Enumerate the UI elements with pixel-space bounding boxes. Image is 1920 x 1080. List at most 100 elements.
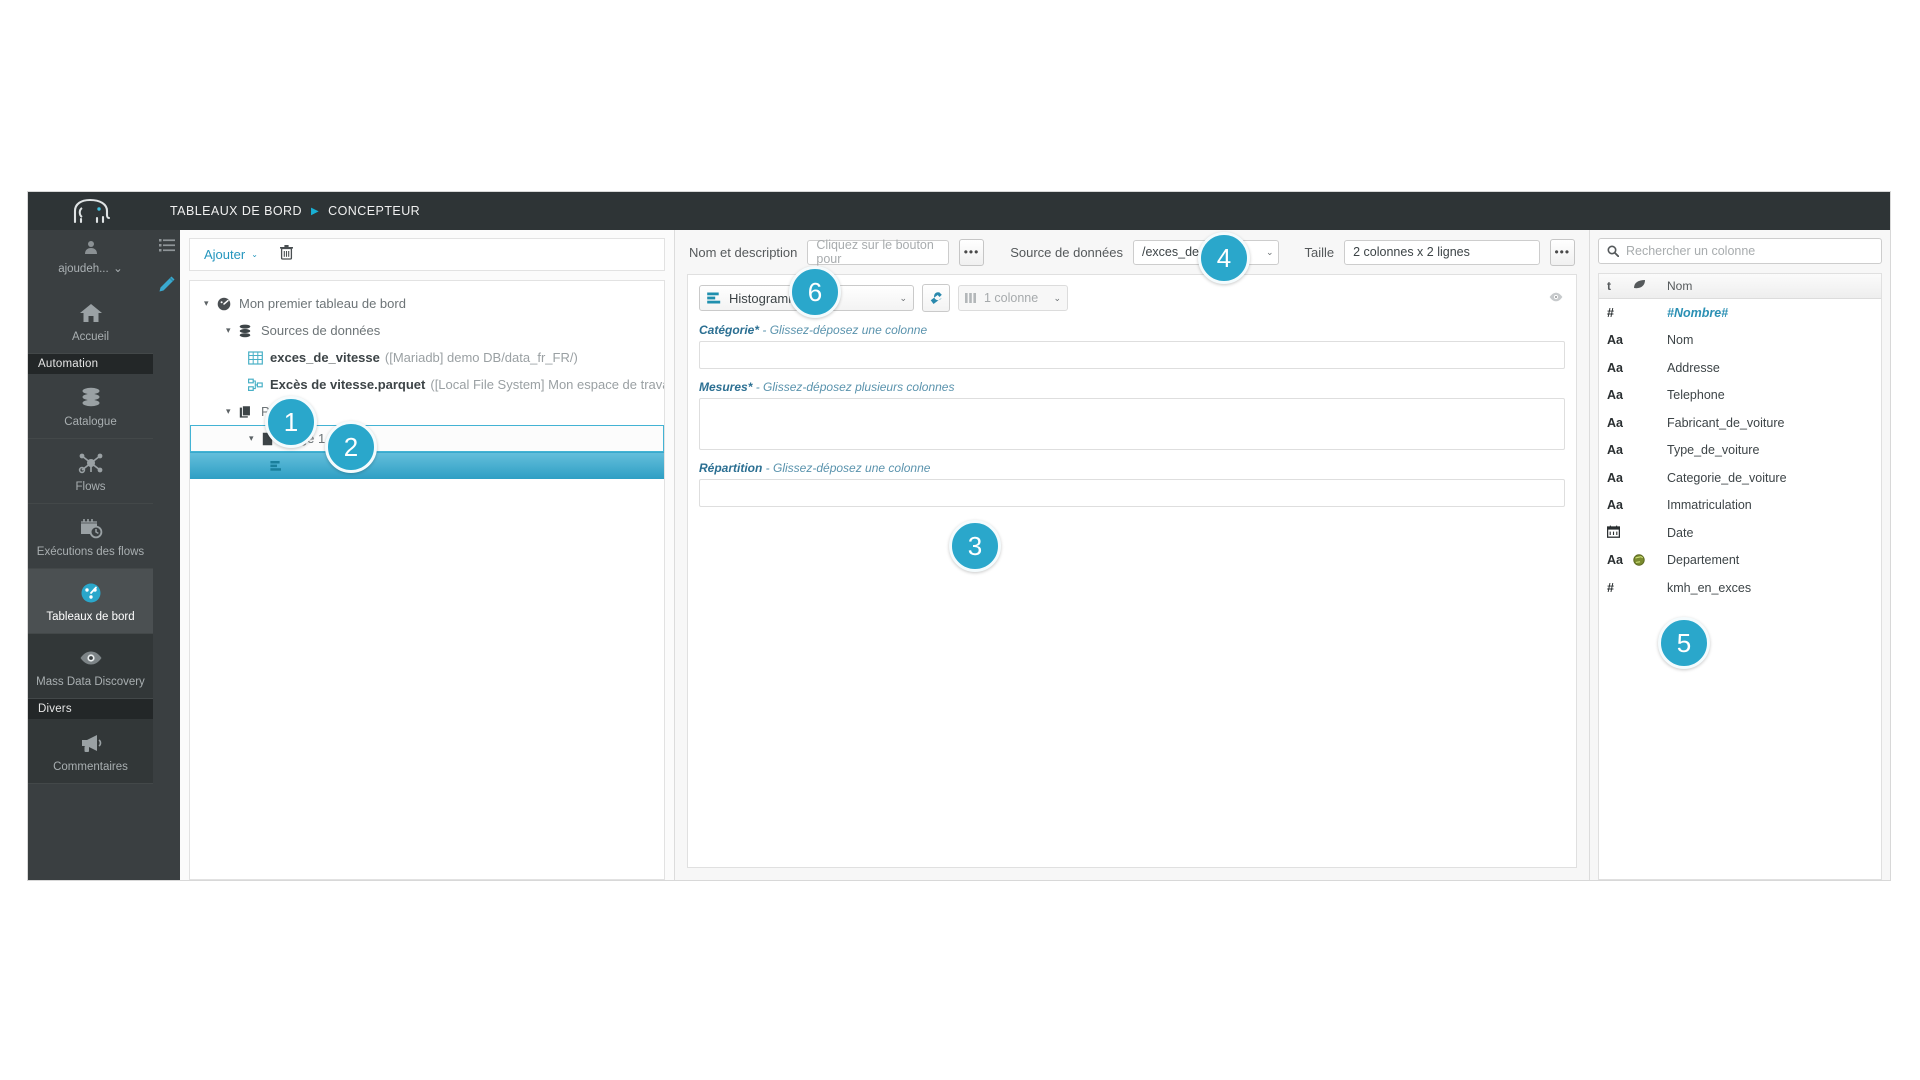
flows-icon [78, 453, 102, 474]
sidebar-item-executions-des-flows[interactable]: Exécutions des flows [28, 504, 153, 569]
callout-badge-2: 2 [325, 421, 377, 473]
callout-badge-3: 3 [949, 520, 1001, 572]
chart-settings-button[interactable] [922, 284, 950, 312]
breadcrumb-root[interactable]: TABLEAUX DE BORD [170, 204, 302, 218]
pencil-icon[interactable] [157, 275, 176, 294]
column-row-fabricant-de-voiture[interactable]: Aa Fabricant_de_voiture [1599, 409, 1881, 437]
size-input[interactable]: 2 colonnes x 2 lignes [1344, 239, 1540, 265]
tree-caret-icon[interactable]: ▾ [204, 298, 217, 309]
column-type-icon: Aa [1607, 443, 1623, 458]
mesures-dropzone[interactable] [699, 398, 1565, 450]
breadcrumb: TABLEAUX DE BORD ▶ CONCEPTEUR [153, 192, 1890, 230]
sidebar-section-divers: Divers [28, 699, 153, 719]
column-row-type-de-voiture[interactable]: Aa Type_de_voiture [1599, 437, 1881, 465]
tree-node-page-1[interactable]: ▾ Page 1 [190, 425, 664, 452]
sidebar-label-accueil: Accueil [71, 331, 110, 343]
column-name: #Nombre# [1667, 305, 1729, 320]
sidebar-section-automation: Automation [28, 354, 153, 374]
eye-preview-icon[interactable] [1549, 289, 1563, 307]
repartition-dropzone-label: Répartition - Glissez-déposez une colonn… [699, 461, 1565, 475]
categorie-dropzone[interactable] [699, 341, 1565, 369]
dashboard-gauge-icon [81, 583, 100, 603]
column-row-addresse[interactable]: Aa Addresse [1599, 354, 1881, 382]
column-type-icon: # [1607, 580, 1614, 595]
column-name: Addresse [1667, 360, 1720, 375]
tree-node-dashboard-root[interactable]: ▾ Mon premier tableau de bord [190, 290, 664, 317]
column-type-icon: # [1607, 305, 1614, 320]
repartition-title: Répartition [699, 461, 763, 475]
column-row-departement[interactable]: Aa Departement [1599, 547, 1881, 575]
list-icon[interactable] [158, 239, 175, 253]
datasource-icon [239, 324, 261, 338]
chevron-down-icon: ⌄ [1053, 292, 1061, 303]
trash-icon [279, 244, 293, 260]
column-row-nom[interactable]: Aa Nom [1599, 327, 1881, 355]
size-more-button[interactable]: ••• [1549, 238, 1575, 266]
column-count-value: 1 colonne [984, 291, 1039, 305]
repartition-dropzone[interactable] [699, 479, 1565, 507]
tree-node-pages[interactable]: ▾ Pages [190, 398, 664, 425]
sidebar-item-accueil[interactable]: Accueil [28, 289, 153, 354]
column-header-name: Nom [1667, 279, 1693, 293]
sidebar-item-flows[interactable]: Flows [28, 439, 153, 504]
column-row-kmh-en-exces[interactable]: # kmh_en_exces [1599, 574, 1881, 602]
sidebar-label-mass-data-discovery: Mass Data Discovery [36, 676, 145, 688]
column-row-categorie-de-voiture[interactable]: Aa Categorie_de_voiture [1599, 464, 1881, 492]
sidebar-item-commentaires[interactable]: Commentaires [28, 719, 153, 784]
column-row-telephone[interactable]: Aa Telephone [1599, 382, 1881, 410]
name-description-input[interactable]: Cliquez sur le bouton pour [807, 238, 949, 266]
sidebar-item-mass-data-discovery[interactable]: Mass Data Discovery [28, 634, 153, 699]
user-icon [84, 241, 97, 254]
histogram-icon [268, 459, 290, 473]
column-row-immatriculation[interactable]: Aa Immatriculation [1599, 492, 1881, 520]
database-icon [82, 387, 99, 407]
column-type-icon: Aa [1607, 415, 1623, 430]
tool-rail [153, 230, 180, 880]
dashboard-icon [217, 297, 239, 311]
column-header-tag [1633, 279, 1667, 293]
search-column-box[interactable]: Rechercher un colonne [1598, 238, 1882, 264]
categorie-title: Catégorie* [699, 323, 760, 337]
column-type-icon: Aa [1607, 553, 1623, 568]
tree-node-sources-de-donnees[interactable]: ▾ Sources de données [190, 317, 664, 344]
tree-node-label: Sources de données [261, 323, 381, 338]
table-icon [248, 350, 270, 365]
column-count-select[interactable]: 1 colonne ⌄ [958, 285, 1068, 311]
globe-icon [1633, 554, 1667, 566]
categorie-hint: - Glissez-déposez une colonne [759, 323, 928, 337]
add-button[interactable]: Ajouter ⌄ [204, 247, 258, 262]
callout-badge-1: 1 [265, 396, 317, 448]
add-button-label: Ajouter [204, 247, 246, 262]
tree-caret-icon[interactable]: ▾ [226, 325, 239, 336]
tree-node-exces-de-vitesse-parquet[interactable]: Excès de vitesse.parquet ([Local File Sy… [190, 371, 664, 398]
column-type-icon: Aa [1607, 470, 1623, 485]
user-menu[interactable]: ajoudeh... ⌄ [28, 230, 153, 289]
widget-editor-panel: Nom et description Cliquez sur le bouton… [675, 230, 1590, 880]
tree-caret-icon[interactable]: ▾ [226, 406, 239, 417]
search-input[interactable]: Rechercher un colonne [1626, 244, 1755, 258]
tree-node-widget-histogram[interactable] [190, 452, 664, 479]
callout-badge-5: 5 [1658, 617, 1710, 669]
wrench-icon [930, 292, 942, 305]
name-description-more-button[interactable]: ••• [958, 238, 985, 266]
search-icon [1607, 245, 1619, 257]
chevron-down-icon: ⌄ [251, 250, 258, 259]
sidebar-item-tableaux-de-bord[interactable]: Tableaux de bord [28, 569, 153, 634]
breadcrumb-current: CONCEPTEUR [328, 204, 421, 218]
sidebar-label-executions-des-flows: Exécutions des flows [36, 546, 145, 558]
app-logo[interactable] [28, 192, 153, 230]
chevron-down-icon: ⌄ [1265, 246, 1274, 257]
column-name: Fabricant_de_voiture [1667, 415, 1785, 430]
widget-configuration-area: Histogramme ⌄ 1 colonne ⌄ Catégorie* - G… [687, 274, 1577, 868]
delete-button[interactable] [279, 244, 293, 265]
column-name: Departement [1667, 553, 1740, 568]
columns-table: t Nom # #Nombre# Aa Nom Aa Addresse Aa T… [1598, 273, 1882, 880]
column-row-date[interactable]: Date [1599, 519, 1881, 547]
tree-node-exces-de-vitesse[interactable]: exces_de_vitesse ([Mariadb] demo DB/data… [190, 344, 664, 371]
tree-caret-icon[interactable]: ▾ [249, 433, 262, 444]
column-row-nombre[interactable]: # #Nombre# [1599, 299, 1881, 327]
column-type-icon: Aa [1607, 388, 1623, 403]
sidebar-item-catalogue[interactable]: Catalogue [28, 374, 153, 439]
tree-toolbar: Ajouter ⌄ [189, 238, 665, 271]
size-label: Taille [1304, 244, 1335, 260]
